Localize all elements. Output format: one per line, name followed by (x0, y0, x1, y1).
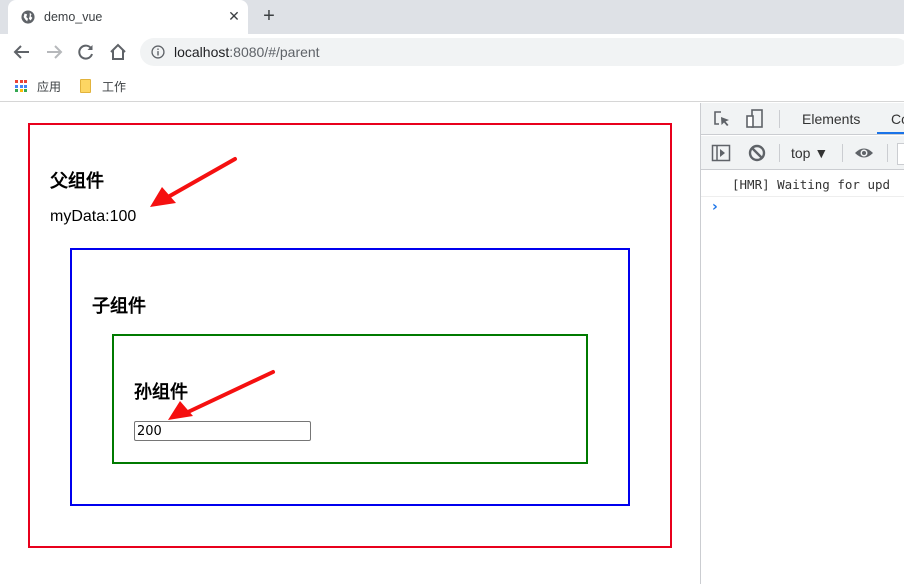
grandchild-data-input[interactable] (134, 421, 311, 441)
globe-icon (21, 10, 35, 24)
parent-mydata-text: myData:100 (50, 208, 137, 225)
bookmark-label: 应用 (37, 79, 62, 94)
devtools-tab-bar: Elements Co (701, 103, 904, 135)
url-path: :8080/#/parent (229, 44, 320, 60)
devtools-tab-console[interactable]: Co (891, 111, 904, 127)
folder-icon (80, 79, 91, 93)
new-tab-button[interactable]: + (259, 5, 279, 27)
active-tab-indicator (877, 132, 904, 134)
url-text: localhost:8080/#/parent (174, 44, 320, 60)
inspect-element-icon[interactable] (712, 109, 732, 129)
divider (779, 144, 780, 162)
reload-button[interactable] (74, 40, 98, 64)
divider (842, 144, 843, 162)
browser-toolbar: localhost:8080/#/parent (0, 34, 904, 70)
browser-tab[interactable]: demo_vue ✕ (8, 0, 248, 34)
tab-close-button[interactable]: ✕ (226, 7, 242, 25)
console-prompt[interactable]: › (712, 199, 718, 215)
forward-button[interactable] (42, 40, 66, 64)
console-message: [HMR] Waiting for upd (701, 173, 904, 197)
url-host: localhost (174, 44, 230, 60)
bookmark-label: 工作 (102, 79, 127, 94)
devtools-tab-elements[interactable]: Elements (802, 111, 860, 127)
grandchild-heading: 孙组件 (134, 382, 188, 403)
eye-icon[interactable] (854, 143, 874, 163)
apps-grid-icon (15, 80, 27, 92)
page-content: 父组件 myData:100 子组件 孙组件 (0, 103, 700, 584)
console-toolbar: top ▼ (701, 136, 904, 170)
parent-heading: 父组件 (50, 171, 104, 192)
divider (887, 144, 888, 162)
sidebar-toggle-icon[interactable] (711, 143, 731, 163)
info-icon[interactable] (151, 45, 165, 59)
child-heading: 子组件 (92, 296, 146, 317)
bookmarks-bar: 应用 工作 (0, 70, 904, 102)
tab-strip: demo_vue ✕ + (0, 0, 904, 34)
device-toolbar-icon[interactable] (745, 109, 765, 129)
clear-console-icon[interactable] (747, 143, 767, 163)
tab-title: demo_vue (44, 10, 103, 24)
context-selector[interactable]: top ▼ (791, 145, 828, 161)
address-bar[interactable]: localhost:8080/#/parent (140, 38, 904, 66)
back-button[interactable] (10, 40, 34, 64)
home-button[interactable] (106, 40, 130, 64)
bookmark-folder-work[interactable]: 工作 (80, 77, 126, 95)
console-filter-input[interactable] (897, 143, 904, 165)
bookmark-apps[interactable]: 应用 (15, 77, 61, 95)
devtools-panel: Elements Co top ▼ [HMR] Waiting for upd … (700, 103, 904, 584)
divider (779, 110, 780, 128)
